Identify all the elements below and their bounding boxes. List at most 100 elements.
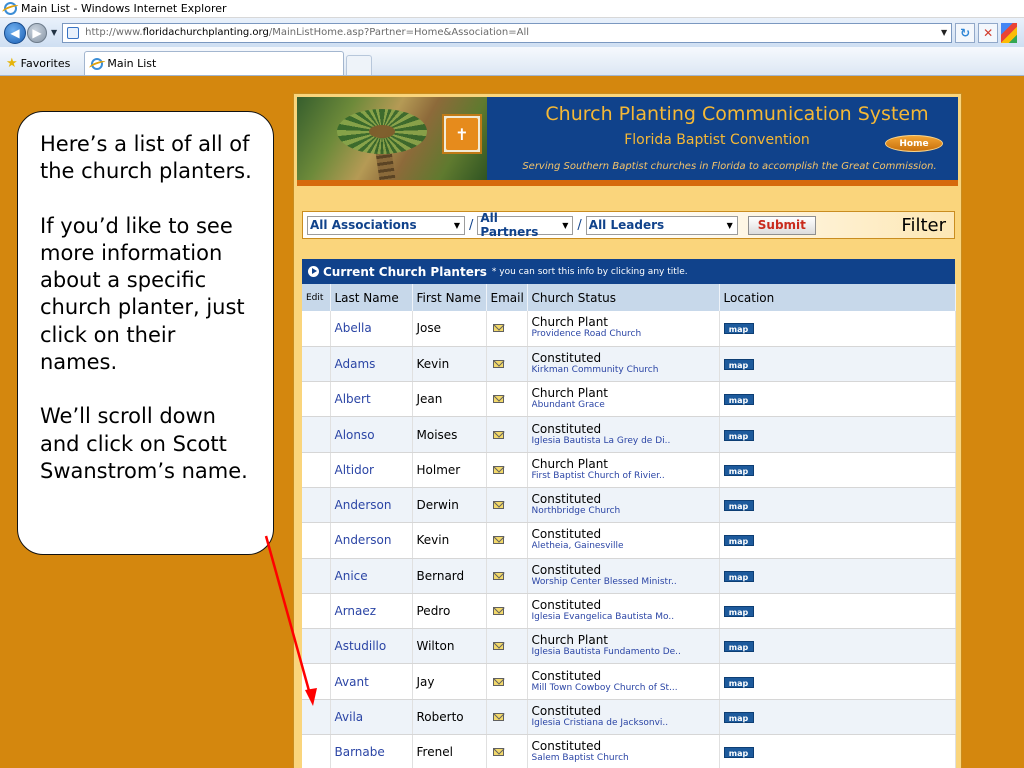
map-button[interactable]: map bbox=[723, 323, 754, 335]
map-button[interactable]: map bbox=[723, 394, 754, 406]
edit-cell[interactable] bbox=[302, 381, 331, 418]
favorites-button[interactable]: ★ Favorites bbox=[6, 51, 70, 75]
church-name-link[interactable]: Providence Road Church bbox=[532, 329, 719, 340]
last-name-link[interactable]: Adams bbox=[330, 346, 413, 383]
email-cell[interactable] bbox=[486, 663, 528, 700]
envelope-icon[interactable] bbox=[492, 748, 504, 757]
map-button[interactable]: map bbox=[723, 570, 754, 582]
tab-main-list[interactable]: Main List bbox=[84, 51, 345, 75]
map-button[interactable]: map bbox=[723, 358, 754, 370]
edit-cell[interactable] bbox=[302, 628, 331, 665]
edit-cell[interactable] bbox=[302, 452, 331, 488]
church-name-link[interactable]: Iglesia Evangelica Bautista Mo.. bbox=[532, 612, 719, 623]
envelope-icon[interactable] bbox=[492, 465, 504, 474]
col-header-email[interactable]: Email bbox=[486, 284, 528, 311]
last-name-link[interactable]: Arnaez bbox=[330, 593, 413, 630]
forward-arrow-icon[interactable]: ▶ bbox=[27, 22, 47, 43]
last-name-link[interactable]: Altidor bbox=[330, 452, 413, 488]
submit-button[interactable]: Submit bbox=[747, 215, 816, 235]
envelope-icon[interactable] bbox=[492, 430, 504, 439]
envelope-icon[interactable] bbox=[492, 536, 504, 545]
church-name-link[interactable]: Iglesia Cristiana de Jacksonvi.. bbox=[532, 718, 719, 729]
envelope-icon[interactable] bbox=[492, 677, 504, 686]
address-input[interactable]: http://www. floridachurchplanting.org /M… bbox=[62, 22, 953, 43]
envelope-icon[interactable] bbox=[492, 324, 504, 333]
church-name-link[interactable]: Aletheia, Gainesville bbox=[532, 541, 719, 552]
church-name-link[interactable]: Abundant Grace bbox=[532, 400, 719, 411]
last-name-link[interactable]: Barnabe bbox=[330, 734, 413, 768]
last-name-link[interactable]: Avant bbox=[330, 663, 413, 700]
last-name-link[interactable]: Anderson bbox=[330, 487, 413, 524]
church-name-link[interactable]: Northbridge Church bbox=[532, 506, 719, 517]
church-name-link[interactable]: First Baptist Church of Rivier.. bbox=[532, 471, 719, 482]
last-name-link[interactable]: Avila bbox=[330, 699, 413, 736]
new-tab-button[interactable] bbox=[346, 55, 373, 75]
home-button[interactable]: Home bbox=[885, 135, 943, 152]
email-cell[interactable] bbox=[486, 381, 528, 418]
edit-cell[interactable] bbox=[302, 663, 331, 700]
edit-cell[interactable] bbox=[302, 522, 331, 559]
history-dropdown-icon[interactable]: ▼ bbox=[51, 28, 57, 37]
search-provider-icon[interactable] bbox=[1001, 22, 1018, 43]
address-dropdown-icon[interactable]: ▼ bbox=[941, 28, 947, 37]
last-name-link[interactable]: Abella bbox=[330, 311, 413, 347]
envelope-icon[interactable] bbox=[492, 395, 504, 404]
email-cell[interactable] bbox=[486, 734, 528, 768]
edit-cell[interactable] bbox=[302, 558, 331, 594]
col-header-church-status[interactable]: Church Status bbox=[527, 284, 720, 311]
last-name-link[interactable]: Astudillo bbox=[330, 628, 413, 665]
envelope-icon[interactable] bbox=[492, 501, 504, 510]
last-name-link[interactable]: Anderson bbox=[330, 522, 413, 559]
church-name-link[interactable]: Iglesia Bautista La Grey de Di.. bbox=[532, 436, 719, 447]
email-cell[interactable] bbox=[486, 558, 528, 594]
col-header-edit[interactable]: Edit bbox=[302, 284, 331, 311]
email-cell[interactable] bbox=[486, 452, 528, 488]
back-arrow-icon[interactable]: ◀ bbox=[4, 21, 26, 44]
edit-cell[interactable] bbox=[302, 734, 331, 768]
envelope-icon[interactable] bbox=[492, 359, 504, 368]
map-button[interactable]: map bbox=[723, 711, 754, 723]
map-button[interactable]: map bbox=[723, 606, 754, 618]
edit-cell[interactable] bbox=[302, 311, 331, 347]
email-cell[interactable] bbox=[486, 487, 528, 524]
col-header-last-name[interactable]: Last Name bbox=[330, 284, 413, 311]
church-name-link[interactable]: Mill Town Cowboy Church of St... bbox=[532, 683, 719, 694]
email-cell[interactable] bbox=[486, 416, 528, 453]
last-name-link[interactable]: Albert bbox=[330, 381, 413, 418]
partners-select[interactable]: All Partners ▼ bbox=[477, 211, 574, 239]
email-cell[interactable] bbox=[486, 628, 528, 665]
map-button[interactable]: map bbox=[723, 500, 754, 512]
email-cell[interactable] bbox=[486, 593, 528, 630]
church-name-link[interactable]: Kirkman Community Church bbox=[532, 365, 719, 376]
email-cell[interactable] bbox=[486, 346, 528, 383]
edit-cell[interactable] bbox=[302, 699, 331, 736]
church-name-link[interactable]: Iglesia Bautista Fundamento De.. bbox=[532, 647, 719, 658]
edit-cell[interactable] bbox=[302, 416, 331, 453]
col-header-location[interactable]: Location bbox=[719, 284, 956, 311]
envelope-icon[interactable] bbox=[492, 607, 504, 616]
associations-select[interactable]: All Associations ▼ bbox=[307, 215, 465, 235]
last-name-link[interactable]: Anice bbox=[330, 558, 413, 594]
email-cell[interactable] bbox=[486, 699, 528, 736]
envelope-icon[interactable] bbox=[492, 642, 504, 651]
map-button[interactable]: map bbox=[723, 641, 754, 653]
edit-cell[interactable] bbox=[302, 593, 331, 630]
col-header-first-name[interactable]: First Name bbox=[412, 284, 487, 311]
leaders-select[interactable]: All Leaders ▼ bbox=[585, 215, 738, 235]
map-button[interactable]: map bbox=[723, 747, 754, 759]
email-cell[interactable] bbox=[486, 522, 528, 559]
edit-cell[interactable] bbox=[302, 346, 331, 383]
stop-icon[interactable]: ✕ bbox=[978, 22, 999, 43]
church-name-link[interactable]: Salem Baptist Church bbox=[532, 753, 719, 764]
map-button[interactable]: map bbox=[723, 464, 754, 476]
last-name-link[interactable]: Alonso bbox=[330, 416, 413, 453]
edit-cell[interactable] bbox=[302, 487, 331, 524]
map-button[interactable]: map bbox=[723, 429, 754, 441]
church-name-link[interactable]: Worship Center Blessed Ministr.. bbox=[532, 577, 719, 588]
map-button[interactable]: map bbox=[723, 535, 754, 547]
email-cell[interactable] bbox=[486, 311, 528, 347]
map-button[interactable]: map bbox=[723, 676, 754, 688]
refresh-icon[interactable]: ↻ bbox=[955, 22, 976, 43]
envelope-icon[interactable] bbox=[492, 571, 504, 580]
envelope-icon[interactable] bbox=[492, 712, 504, 721]
